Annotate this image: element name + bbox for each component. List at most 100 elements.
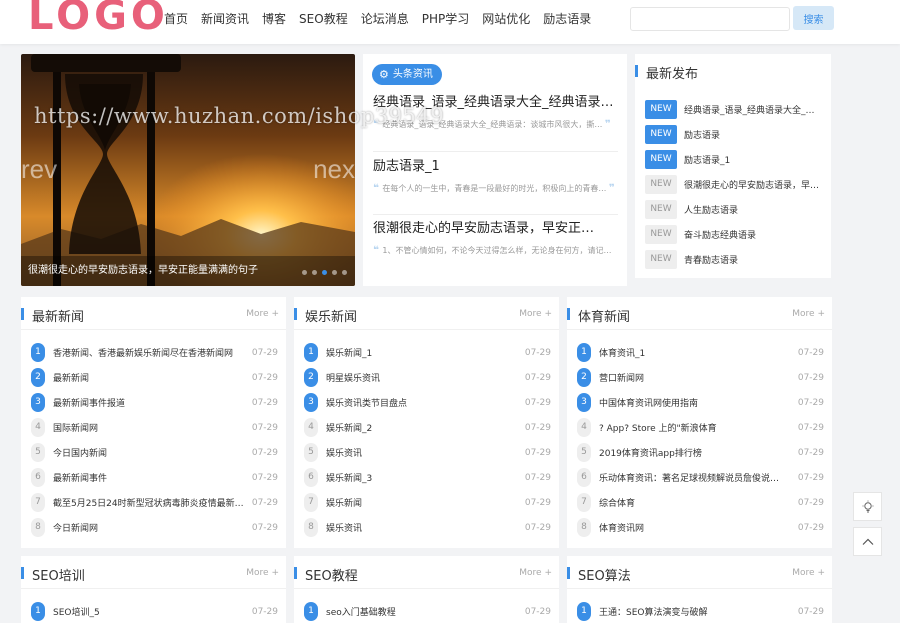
news-title[interactable]: 2019体育资讯app排行榜 xyxy=(599,446,794,459)
search-button[interactable]: 搜索 xyxy=(793,6,834,30)
more-link[interactable]: More + xyxy=(246,309,279,319)
table-row[interactable]: 2 营口新闻网 07-29 xyxy=(577,365,824,390)
table-row[interactable]: 3 中国体育资讯网使用指南 07-29 xyxy=(577,390,824,415)
slider-dot[interactable] xyxy=(332,270,337,275)
table-row[interactable]: 6 乐动体育资讯：著名足球视频解说员詹俊说… 07-29 xyxy=(577,465,824,490)
news-title[interactable]: 今日新闻网 xyxy=(53,521,248,534)
list-item[interactable]: NEW 很潮很走心的早安励志语录，早安正能量满满的句子 xyxy=(645,172,827,197)
slider-dot-active[interactable] xyxy=(322,270,327,275)
news-title[interactable]: 娱乐新闻_3 xyxy=(326,471,521,484)
slider-dot[interactable] xyxy=(312,270,317,275)
nav-item-quotes[interactable]: 励志语录 xyxy=(543,11,591,27)
list-item[interactable]: NEW 人生励志语录 xyxy=(645,197,827,222)
news-title[interactable]: 营口新闻网 xyxy=(599,371,794,384)
table-row[interactable]: 2 明星娱乐资讯 07-29 xyxy=(304,365,551,390)
table-row[interactable]: 1 香港新闻、香港最新娱乐新闻尽在香港新闻网 07-29 xyxy=(31,340,278,365)
table-row[interactable]: 1 体育资讯_1 07-29 xyxy=(577,340,824,365)
list-item[interactable]: NEW 奋斗励志经典语录 xyxy=(645,222,827,247)
list-item-text[interactable]: 励志语录_1 xyxy=(684,153,822,166)
more-link[interactable]: More + xyxy=(519,568,552,578)
news-title[interactable]: 最新新闻事件报道 xyxy=(53,396,248,409)
image-slider[interactable]: rev nex 很潮很走心的早安励志语录，早安正能量满满的句子 xyxy=(21,54,355,286)
site-logo[interactable]: LOGO xyxy=(28,0,169,40)
list-item[interactable]: NEW 青春励志语录 xyxy=(645,247,827,272)
nav-item-blog[interactable]: 博客 xyxy=(262,11,286,27)
list-item-text[interactable]: 励志语录 xyxy=(684,128,822,141)
table-row[interactable]: 3 最新新闻事件报道 07-29 xyxy=(31,390,278,415)
nav-item-news[interactable]: 新闻资讯 xyxy=(201,11,249,27)
news-title[interactable]: 今日国内新闻 xyxy=(53,446,248,459)
table-row[interactable]: 6 娱乐新闻_3 07-29 xyxy=(304,465,551,490)
nav-item-forum[interactable]: 论坛消息 xyxy=(361,11,409,27)
table-row[interactable]: 5 今日国内新闻 07-29 xyxy=(31,440,278,465)
list-item-text[interactable]: 青春励志语录 xyxy=(684,253,822,266)
news-title[interactable]: 体育资讯网 xyxy=(599,521,794,534)
news-title[interactable]: 娱乐资讯 xyxy=(326,446,521,459)
list-item-text[interactable]: 经典语录_语录_经典语录大全_经典语录 xyxy=(684,103,822,116)
news-title[interactable]: ? App? Store 上的"新浪体育 xyxy=(599,421,794,434)
slider-dot[interactable] xyxy=(342,270,347,275)
news-title[interactable]: SEO培训_5 xyxy=(53,605,248,618)
news-title[interactable]: 最新新闻 xyxy=(53,371,248,384)
theme-toggle-button[interactable] xyxy=(853,492,882,521)
headline-title[interactable]: 很潮很走心的早安励志语录，早安正… xyxy=(373,220,618,238)
news-title[interactable]: 国际新闻网 xyxy=(53,421,248,434)
list-item[interactable]: NEW 励志语录 xyxy=(645,122,827,147)
table-row[interactable]: 1 seo入门基础教程 07-29 xyxy=(304,599,551,623)
table-row[interactable]: 5 2019体育资讯app排行榜 07-29 xyxy=(577,440,824,465)
search-input[interactable] xyxy=(630,7,790,31)
news-title[interactable]: 综合体育 xyxy=(599,496,794,509)
list-item-text[interactable]: 人生励志语录 xyxy=(684,203,822,216)
table-row[interactable]: 8 娱乐资讯 07-29 xyxy=(304,515,551,540)
news-title[interactable]: 香港新闻、香港最新娱乐新闻尽在香港新闻网 xyxy=(53,346,248,359)
headline-title[interactable]: 经典语录_语录_经典语录大全_经典语录… xyxy=(373,94,618,112)
list-item-text[interactable]: 很潮很走心的早安励志语录，早安正能量满满的句子 xyxy=(684,178,822,191)
table-row[interactable]: 6 最新新闻事件 07-29 xyxy=(31,465,278,490)
table-row[interactable]: 7 娱乐新闻 07-29 xyxy=(304,490,551,515)
table-row[interactable]: 4 ? App? Store 上的"新浪体育 07-29 xyxy=(577,415,824,440)
table-row[interactable]: 1 王通：SEO算法演变与破解 07-29 xyxy=(577,599,824,623)
table-row[interactable]: 1 SEO培训_5 07-29 xyxy=(31,599,278,623)
nav-item-seo-tutorial[interactable]: SEO教程 xyxy=(299,11,348,27)
list-item-text[interactable]: 奋斗励志经典语录 xyxy=(684,228,822,241)
slider-dot[interactable] xyxy=(302,270,307,275)
headline-item[interactable]: 很潮很走心的早安励志语录，早安正… ❝ 1、不管心情如何，不论今天过得怎么样，无… xyxy=(373,220,618,270)
headline-item[interactable]: 经典语录_语录_经典语录大全_经典语录… ❝ 经典语录_语录_经典语录大全_经典… xyxy=(373,94,618,144)
more-link[interactable]: More + xyxy=(792,568,825,578)
table-row[interactable]: 1 娱乐新闻_1 07-29 xyxy=(304,340,551,365)
news-title[interactable]: 娱乐资讯 xyxy=(326,521,521,534)
table-row[interactable]: 7 综合体育 07-29 xyxy=(577,490,824,515)
more-link[interactable]: More + xyxy=(792,309,825,319)
news-title[interactable]: 娱乐新闻_1 xyxy=(326,346,521,359)
headline-item[interactable]: 励志语录_1 ❝ 在每个人的一生中，青春是一段最好的时光，积极向上的青春… ❞ xyxy=(373,158,618,208)
more-link[interactable]: More + xyxy=(519,309,552,319)
headline-title[interactable]: 励志语录_1 xyxy=(373,158,618,176)
news-title[interactable]: 娱乐新闻_2 xyxy=(326,421,521,434)
table-row[interactable]: 5 娱乐资讯 07-29 xyxy=(304,440,551,465)
nav-item-php[interactable]: PHP学习 xyxy=(422,11,470,27)
table-row[interactable]: 8 体育资讯网 07-29 xyxy=(577,515,824,540)
news-title[interactable]: 最新新闻事件 xyxy=(53,471,248,484)
table-row[interactable]: 7 截至5月25日24时新型冠状病毒肺炎疫情最新情况 07-29 xyxy=(31,490,278,515)
news-title[interactable]: 明星娱乐资讯 xyxy=(326,371,521,384)
list-item[interactable]: NEW 经典语录_语录_经典语录大全_经典语录 xyxy=(645,97,827,122)
news-title[interactable]: 乐动体育资讯：著名足球视频解说员詹俊说… xyxy=(599,471,794,484)
news-title[interactable]: 截至5月25日24时新型冠状病毒肺炎疫情最新情况 xyxy=(53,496,248,509)
table-row[interactable]: 8 今日新闻网 07-29 xyxy=(31,515,278,540)
back-to-top-button[interactable] xyxy=(853,527,882,556)
table-row[interactable]: 2 最新新闻 07-29 xyxy=(31,365,278,390)
news-title[interactable]: 娱乐新闻 xyxy=(326,496,521,509)
table-row[interactable]: 3 娱乐资讯类节目盘点 07-29 xyxy=(304,390,551,415)
nav-item-optimization[interactable]: 网站优化 xyxy=(482,11,530,27)
news-title[interactable]: seo入门基础教程 xyxy=(326,605,521,618)
news-title[interactable]: 体育资讯_1 xyxy=(599,346,794,359)
news-title[interactable]: 娱乐资讯类节目盘点 xyxy=(326,396,521,409)
table-row[interactable]: 4 娱乐新闻_2 07-29 xyxy=(304,415,551,440)
slider-next-button[interactable]: nex xyxy=(313,154,355,185)
nav-item-home[interactable]: 首页 xyxy=(164,11,188,27)
news-title[interactable]: 中国体育资讯网使用指南 xyxy=(599,396,794,409)
slider-prev-button[interactable]: rev xyxy=(21,154,57,185)
more-link[interactable]: More + xyxy=(246,568,279,578)
news-title[interactable]: 王通：SEO算法演变与破解 xyxy=(599,605,794,618)
table-row[interactable]: 4 国际新闻网 07-29 xyxy=(31,415,278,440)
